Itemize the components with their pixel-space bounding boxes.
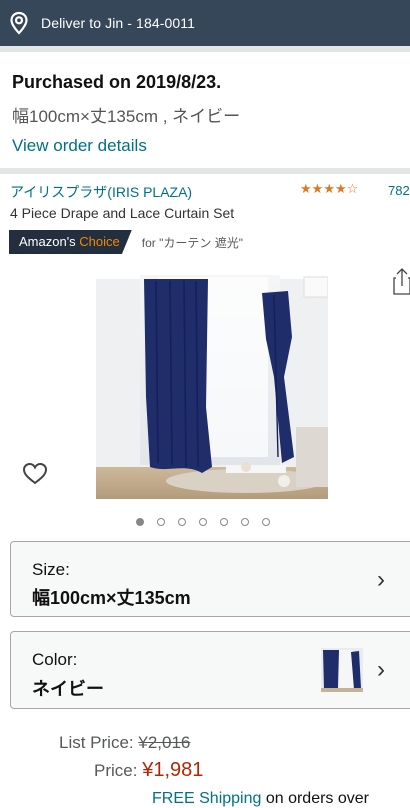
pager-dot[interactable] [199, 518, 207, 526]
amazons-choice-badge: Amazon's Choice for "カーテン 遮光" [9, 230, 243, 254]
free-shipping-link[interactable]: FREE Shipping [152, 790, 261, 807]
purchase-info: Purchased on 2019/8/23. 幅100cm×丈135cm , … [12, 72, 240, 156]
star-rating[interactable]: ★ ★ ★ ★ ☆ [300, 181, 358, 197]
star-filled-icon: ★ [323, 181, 335, 196]
chevron-right-icon: › [377, 656, 385, 683]
purchase-date: Purchased on 2019/8/23. [12, 72, 222, 92]
star-filled-icon: ★ [311, 181, 324, 196]
deliver-to-text: Deliver to Jin - 184-0011 [41, 15, 195, 31]
delivery-bar[interactable]: Deliver to Jin - 184-0011 [0, 0, 410, 46]
divider [0, 46, 410, 52]
location-pin-icon [6, 10, 32, 36]
heart-icon[interactable] [22, 462, 48, 486]
pager-dot[interactable] [262, 518, 270, 526]
choice-badge-label: Amazon's Choice [9, 230, 132, 254]
shipping-terms: on orders over [261, 790, 369, 807]
product-image[interactable] [96, 267, 328, 499]
pager-dot[interactable] [157, 518, 165, 526]
share-icon[interactable] [392, 266, 410, 296]
size-value: 幅100cm×丈135cm [32, 588, 191, 608]
purchased-variant: 幅100cm×丈135cm , ネイビー [12, 107, 241, 126]
pager-dot[interactable] [241, 518, 249, 526]
pager-dot[interactable] [178, 518, 186, 526]
pager-dot[interactable] [220, 518, 228, 526]
choice-keyword: for "カーテン 遮光" [141, 235, 243, 250]
pager-dot[interactable] [136, 518, 144, 526]
brand-link[interactable]: アイリスプラザ(IRIS PLAZA) [10, 182, 192, 202]
chevron-right-icon: › [377, 566, 385, 593]
price-row: Price: ¥1,981 [94, 759, 203, 782]
color-label: Color: [32, 650, 78, 669]
star-filled-icon: ★ [300, 181, 312, 196]
star-empty-icon: ☆ [346, 181, 359, 196]
review-count[interactable]: 782 [388, 183, 410, 198]
color-swatch-thumbnail [321, 648, 363, 692]
size-label: Size: [32, 560, 70, 579]
price-label: Price: [94, 761, 138, 780]
size-selector[interactable]: Size: 幅100cm×丈135cm › [10, 541, 410, 617]
shipping-info: FREE Shipping on orders over [152, 790, 369, 808]
color-selector[interactable]: Color: ネイビー › [10, 631, 410, 709]
product-title: 4 Piece Drape and Lace Curtain Set [10, 205, 235, 221]
image-pager-dots[interactable] [136, 518, 283, 526]
view-order-details-link[interactable]: View order details [12, 136, 240, 156]
star-filled-icon: ★ [334, 181, 347, 196]
price-value: ¥1,981 [142, 759, 204, 781]
list-price-value: ¥2,016 [138, 733, 191, 752]
divider [0, 168, 410, 174]
color-value: ネイビー [32, 679, 104, 699]
list-price-row: List Price: ¥2,016 [59, 733, 190, 753]
list-price-label: List Price: [59, 733, 134, 752]
